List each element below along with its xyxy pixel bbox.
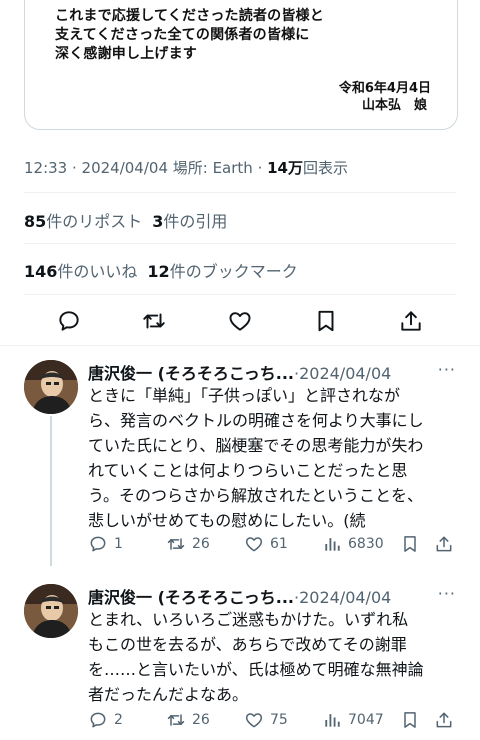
- reply-date[interactable]: ·2024/04/04: [294, 364, 391, 383]
- bookmarks-label: 件のブックマーク: [169, 262, 298, 281]
- reply-text: ときに「単純」「子供っぽい」と評されなが ら、発言のベクトルの明確さを何より大事…: [88, 383, 460, 533]
- card-line: これまで応援してくださった読者の皆様と: [55, 8, 324, 24]
- bookmark-icon: [404, 536, 416, 552]
- divider: [24, 294, 456, 295]
- heart-icon: [245, 713, 263, 728]
- repost-count: 26: [192, 536, 210, 552]
- reply-text: とまれ、いろいろご迷惑もかけた。いずれ私 もこの世を去るが、あちらで改めてその謝…: [88, 607, 460, 707]
- thread-line: [50, 416, 52, 566]
- likes-stat[interactable]: 146件のいいね: [24, 262, 137, 281]
- reply-share-button[interactable]: [434, 710, 454, 730]
- repost-button[interactable]: [141, 308, 167, 334]
- heart-icon: [245, 537, 263, 552]
- post-time-date-place[interactable]: 12:33 · 2024/04/04 場所: Earth ·: [24, 159, 267, 177]
- divider: [0, 345, 480, 346]
- reply-count: 2: [114, 712, 123, 728]
- reply-icon: [90, 712, 106, 728]
- post-meta: 12:33 · 2024/04/04 場所: Earth · 14万回表示: [24, 157, 348, 178]
- reply-reply-button[interactable]: 2: [88, 710, 123, 730]
- embedded-image-card[interactable]: これまで応援してくださった読者の皆様と 支えてくださった全ての関係者の皆様に 深…: [24, 0, 458, 130]
- repost-icon: [143, 313, 165, 329]
- reply-text-line: とまれ、いろいろご迷惑もかけた。いずれ私: [88, 610, 409, 629]
- card-message: これまで応援してくださった読者の皆様と 支えてくださった全ての関係者の皆様に 深…: [55, 7, 324, 64]
- reposts-label: 件のリポスト: [46, 212, 143, 231]
- reply-button[interactable]: [56, 308, 82, 334]
- share-icon: [436, 712, 452, 728]
- bookmark-icon: [318, 310, 334, 332]
- repost-count: 26: [192, 712, 210, 728]
- avatar-image: [24, 584, 78, 638]
- reply-author-name[interactable]: 唐沢俊一 (そろそろこっち...: [88, 588, 294, 607]
- bookmark-button[interactable]: [313, 308, 339, 334]
- divider: [24, 192, 456, 193]
- card-line: 深く感謝申し上げます: [55, 46, 197, 62]
- stats-likes-bookmarks: 146件のいいね 12件のブックマーク: [24, 258, 298, 282]
- like-count: 75: [270, 712, 288, 728]
- views-label: 回表示: [302, 159, 348, 177]
- divider: [24, 243, 456, 244]
- card-signature: 山本弘 娘: [361, 98, 427, 113]
- reply-like-button[interactable]: 61: [244, 534, 288, 554]
- reply-text-line: もこの世を去るが、あちらで改めてその謝罪: [88, 635, 407, 654]
- reply-text-line: ときに「単純」「子供っぽい」と評されなが: [88, 386, 401, 405]
- likes-count: 146: [24, 262, 58, 281]
- like-button[interactable]: [227, 308, 253, 334]
- reposts-count: 85: [24, 212, 47, 231]
- repost-icon: [167, 714, 185, 726]
- reply-repost-button[interactable]: 26: [166, 710, 210, 730]
- reply-text-line: う。そのつらさから解放されたということを、: [88, 486, 424, 505]
- share-button[interactable]: [398, 308, 424, 334]
- share-icon: [401, 311, 421, 331]
- share-icon: [436, 536, 452, 552]
- reply-bookmark-button[interactable]: [400, 534, 420, 554]
- reply-header: 唐沢俊一 (そろそろこっち...·2024/04/04: [88, 584, 391, 608]
- card-line: 支えてくださった全ての関係者の皆様に: [55, 27, 310, 43]
- reply-share-button[interactable]: [434, 534, 454, 554]
- views-count: 14万: [267, 159, 303, 177]
- bookmarks-stat[interactable]: 12件のブックマーク: [147, 262, 297, 281]
- reply-text-line: ていた氏にとり、脳梗塞でその思考能力が失わ: [88, 436, 424, 455]
- reply-icon: [90, 536, 106, 552]
- more-options-icon[interactable]: ···: [438, 360, 456, 379]
- reply-text-line: を……と言いたいが、氏は極めて明確な無神論: [88, 660, 424, 679]
- reply-action-bar: 2 26 75 7047: [88, 710, 456, 734]
- avatar[interactable]: [24, 584, 78, 638]
- post-action-bar: [24, 300, 456, 340]
- heart-icon: [229, 312, 251, 331]
- reply-text-line: 者だったんだよなあ。: [88, 685, 249, 704]
- likes-label: 件のいいね: [57, 262, 138, 281]
- avatar[interactable]: [24, 360, 78, 414]
- like-count: 61: [270, 536, 288, 552]
- view-count: 7047: [348, 712, 384, 728]
- reply-views-button[interactable]: 6830: [322, 534, 384, 554]
- repost-icon: [167, 538, 185, 550]
- reply-date[interactable]: ·2024/04/04: [294, 588, 391, 607]
- reply-repost-button[interactable]: 26: [166, 534, 210, 554]
- view-count: 6830: [348, 536, 384, 552]
- reposts-stat[interactable]: 85件のリポスト: [24, 212, 142, 231]
- views-icon: [325, 538, 340, 551]
- reply-action-bar: 1 26 61 6830: [88, 534, 456, 558]
- quotes-stat[interactable]: 3件の引用: [152, 212, 227, 231]
- reply-author-name[interactable]: 唐沢俊一 (そろそろこっち...: [88, 364, 294, 383]
- reply-reply-button[interactable]: 1: [88, 534, 123, 554]
- reply-text-line: ら、発言のベクトルの明確さを何より大事にし: [88, 411, 424, 430]
- reply-views-button[interactable]: 7047: [322, 710, 384, 730]
- avatar-image: [24, 360, 78, 414]
- reply-like-button[interactable]: 75: [244, 710, 288, 730]
- quotes-count: 3: [152, 212, 164, 231]
- reply-text-line: 悲しいがせめてもの慰めにしたい。(続: [88, 511, 366, 530]
- stats-reposts-quotes: 85件のリポスト 3件の引用: [24, 208, 227, 232]
- views-icon: [325, 714, 340, 727]
- reply-header: 唐沢俊一 (そろそろこっち...·2024/04/04: [88, 360, 391, 384]
- more-options-icon[interactable]: ···: [438, 584, 456, 603]
- quotes-label: 件の引用: [163, 212, 228, 231]
- reply-bookmark-button[interactable]: [400, 710, 420, 730]
- bookmark-icon: [404, 712, 416, 728]
- reply-count: 1: [114, 536, 123, 552]
- reply-text-line: れていくことは何よりつらいことだったと思: [88, 461, 408, 480]
- bookmarks-count: 12: [147, 262, 170, 281]
- reply-icon: [59, 311, 79, 331]
